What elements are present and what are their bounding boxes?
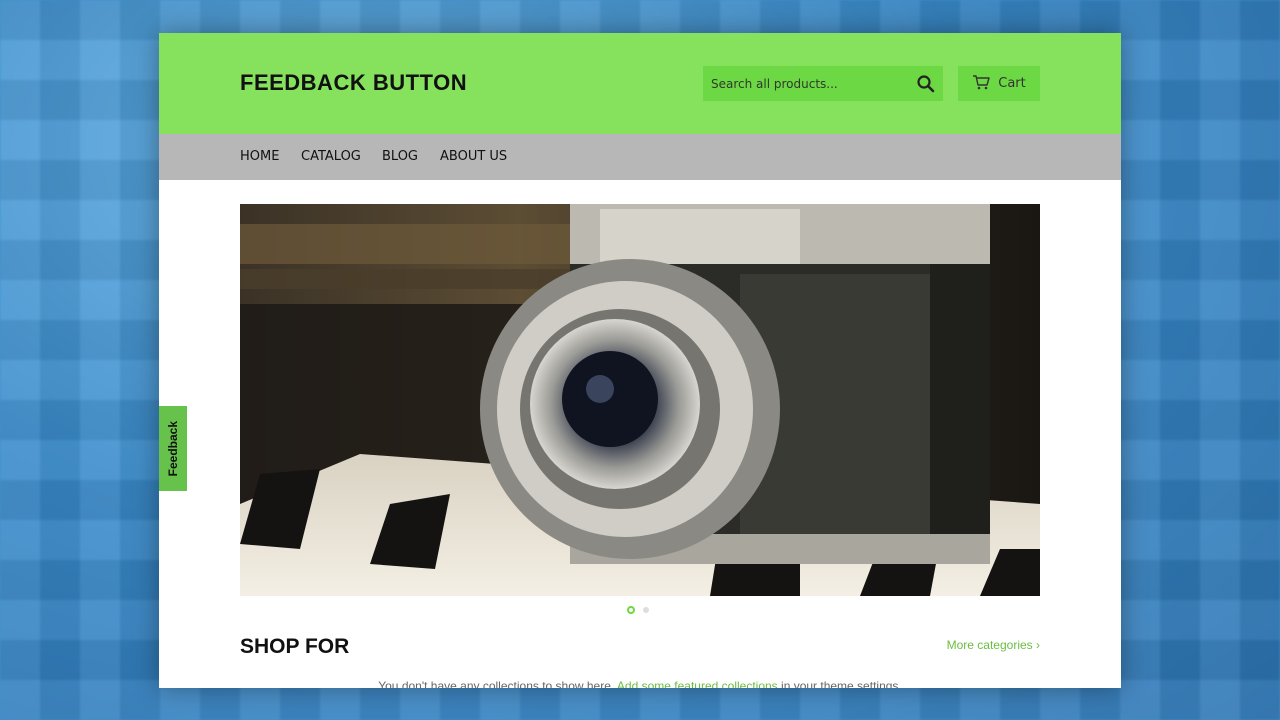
feedback-tab-button[interactable]: Feedback bbox=[159, 406, 187, 491]
cart-button[interactable]: Cart bbox=[958, 66, 1040, 101]
nav-item-about-us[interactable]: ABOUT US bbox=[440, 149, 507, 164]
empty-collections-note: You don't have any collections to show h… bbox=[159, 679, 1121, 688]
slider-dot-1[interactable] bbox=[627, 606, 635, 614]
cart-icon bbox=[972, 74, 990, 94]
empty-note-suffix: in your theme settings. bbox=[777, 679, 902, 688]
section-heading: SHOP FOR bbox=[240, 635, 350, 658]
slider-dot-2[interactable] bbox=[643, 607, 649, 613]
store-page: FEEDBACK BUTTON Cart HOME CATAL bbox=[159, 33, 1121, 688]
search-icon[interactable] bbox=[915, 73, 937, 95]
cart-label: Cart bbox=[998, 76, 1026, 91]
add-collections-link[interactable]: Add some featured collections bbox=[617, 679, 778, 688]
site-header: FEEDBACK BUTTON Cart bbox=[159, 33, 1121, 134]
main-nav: HOME CATALOG BLOG ABOUT US bbox=[159, 134, 1121, 180]
search-input[interactable] bbox=[703, 66, 911, 101]
hero-slide-image[interactable] bbox=[240, 204, 1040, 596]
feedback-tab-label: Feedback bbox=[166, 420, 180, 477]
nav-item-blog[interactable]: BLOG bbox=[382, 149, 418, 164]
empty-note-prefix: You don't have any collections to show h… bbox=[378, 679, 617, 688]
nav-item-catalog[interactable]: CATALOG bbox=[301, 149, 361, 164]
nav-item-home[interactable]: HOME bbox=[240, 149, 279, 164]
slider-pagination bbox=[627, 606, 649, 614]
site-title[interactable]: FEEDBACK BUTTON bbox=[240, 70, 467, 96]
more-categories-link[interactable]: More categories › bbox=[947, 638, 1040, 652]
search-form bbox=[703, 66, 943, 101]
